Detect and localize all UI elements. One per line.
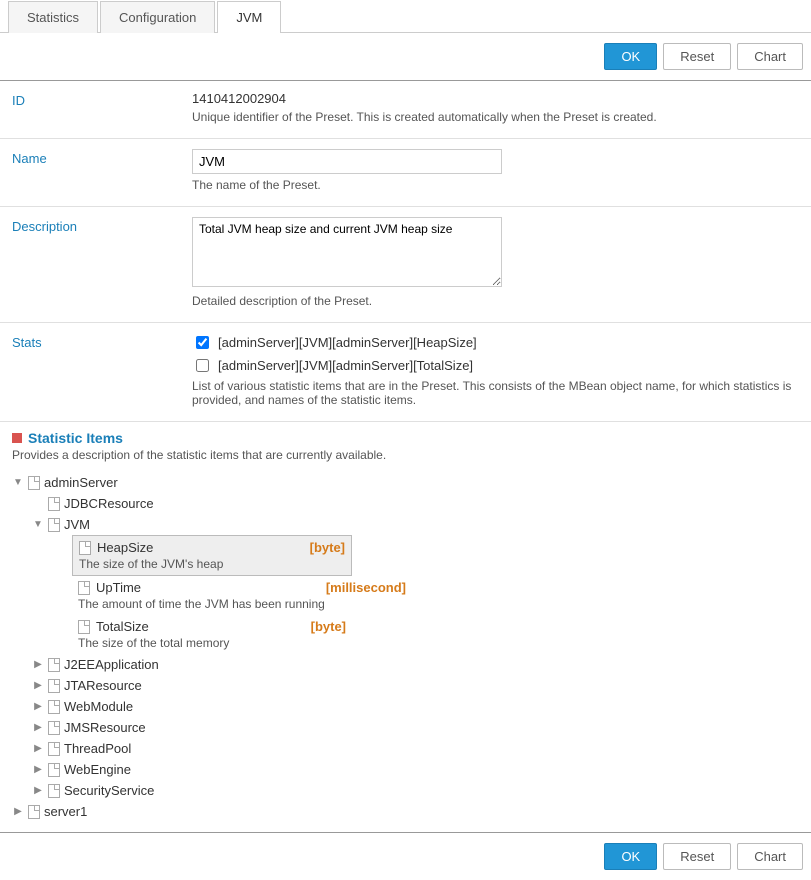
tree-node-webmodule[interactable]: ▶ WebModule (12, 696, 799, 717)
stats-label: Stats (12, 333, 192, 350)
chart-button[interactable]: Chart (737, 843, 803, 870)
document-icon (28, 805, 40, 819)
tree-leaf-totalsize[interactable]: TotalSize [byte] The size of the total m… (72, 615, 352, 654)
expand-toggle-icon[interactable]: ▶ (32, 785, 44, 797)
expand-toggle-icon[interactable]: ▶ (12, 806, 24, 818)
expand-toggle-icon[interactable]: ▶ (32, 743, 44, 755)
section-title-text: Statistic Items (28, 430, 123, 446)
chart-button[interactable]: Chart (737, 43, 803, 70)
expand-toggle-icon[interactable]: ▶ (32, 764, 44, 776)
action-bar-top: OK Reset Chart (0, 33, 811, 81)
document-icon (78, 620, 90, 634)
leaf-desc: The size of the JVM's heap (79, 557, 345, 571)
document-icon (48, 679, 60, 693)
ok-button[interactable]: OK (604, 843, 657, 870)
description-help: Detailed description of the Preset. (192, 294, 799, 308)
statistic-tree: ▼ adminServer JDBCResource ▼ JVM HeapSiz… (0, 472, 811, 833)
tree-label: JVM (64, 517, 90, 532)
tree-label: JMSResource (64, 720, 146, 735)
tree-leaf-heapsize[interactable]: HeapSize [byte] The size of the JVM's he… (72, 535, 352, 576)
section-icon (12, 433, 22, 443)
tree-node-j2eeapplication[interactable]: ▶ J2EEApplication (12, 654, 799, 675)
tree-node-adminserver[interactable]: ▼ adminServer (12, 472, 799, 493)
tree-node-jmsresource[interactable]: ▶ JMSResource (12, 717, 799, 738)
stats-item-totalsize[interactable]: [adminServer][JVM][adminServer][TotalSiz… (192, 356, 799, 375)
stats-text-heapsize: [adminServer][JVM][adminServer][HeapSize… (218, 335, 477, 350)
tree-node-threadpool[interactable]: ▶ ThreadPool (12, 738, 799, 759)
document-icon (48, 721, 60, 735)
expand-toggle-icon[interactable]: ▶ (32, 659, 44, 671)
tab-statistics[interactable]: Statistics (8, 1, 98, 33)
expand-toggle-icon[interactable]: ▼ (32, 519, 44, 531)
stats-checkbox-totalsize[interactable] (196, 359, 209, 372)
tree-label: JDBCResource (64, 496, 154, 511)
name-help: The name of the Preset. (192, 178, 799, 192)
leaf-unit: [byte] (310, 540, 345, 555)
leaf-unit: [byte] (311, 619, 346, 634)
leaf-name: HeapSize (97, 540, 153, 555)
expand-toggle-icon[interactable]: ▼ (12, 477, 24, 489)
tree-node-jtaresource[interactable]: ▶ JTAResource (12, 675, 799, 696)
document-icon (48, 518, 60, 532)
tab-configuration[interactable]: Configuration (100, 1, 215, 33)
tree-node-securityservice[interactable]: ▶ SecurityService (12, 780, 799, 801)
stats-help: List of various statistic items that are… (192, 379, 799, 407)
description-input[interactable] (192, 217, 502, 287)
description-label: Description (12, 217, 192, 234)
expand-toggle-icon[interactable]: ▶ (32, 680, 44, 692)
tree-label: SecurityService (64, 783, 154, 798)
tree-label: server1 (44, 804, 87, 819)
name-label: Name (12, 149, 192, 166)
reset-button[interactable]: Reset (663, 43, 731, 70)
expand-toggle-icon[interactable]: ▶ (32, 722, 44, 734)
tree-node-jdbcresource[interactable]: JDBCResource (12, 493, 799, 514)
tree-label: J2EEApplication (64, 657, 159, 672)
tab-bar: Statistics Configuration JVM (0, 0, 811, 33)
stats-text-totalsize: [adminServer][JVM][adminServer][TotalSiz… (218, 358, 473, 373)
tree-node-server1[interactable]: ▶ server1 (12, 801, 799, 822)
name-input[interactable] (192, 149, 502, 174)
document-icon (48, 658, 60, 672)
id-label: ID (12, 91, 192, 108)
tree-label: WebModule (64, 699, 133, 714)
ok-button[interactable]: OK (604, 43, 657, 70)
id-help: Unique identifier of the Preset. This is… (192, 110, 799, 124)
id-value: 1410412002904 (192, 91, 799, 106)
document-icon (48, 700, 60, 714)
leaf-desc: The amount of time the JVM has been runn… (78, 597, 406, 611)
tab-jvm[interactable]: JVM (217, 1, 281, 33)
tree-node-jvm[interactable]: ▼ JVM (12, 514, 799, 535)
reset-button[interactable]: Reset (663, 843, 731, 870)
tree-label: JTAResource (64, 678, 142, 693)
tree-label: adminServer (44, 475, 118, 490)
leaf-name: UpTime (96, 580, 141, 595)
document-icon (28, 476, 40, 490)
statistic-items-header: Statistic Items (0, 422, 811, 448)
expand-toggle-icon[interactable]: ▶ (32, 701, 44, 713)
leaf-unit: [millisecond] (326, 580, 406, 595)
leaf-desc: The size of the total memory (78, 636, 346, 650)
action-bar-bottom: OK Reset Chart (0, 833, 811, 880)
document-icon (78, 581, 90, 595)
document-icon (48, 497, 60, 511)
tree-label: WebEngine (64, 762, 131, 777)
leaf-name: TotalSize (96, 619, 149, 634)
document-icon (48, 742, 60, 756)
tree-node-webengine[interactable]: ▶ WebEngine (12, 759, 799, 780)
stats-checkbox-heapsize[interactable] (196, 336, 209, 349)
document-icon (48, 763, 60, 777)
document-icon (79, 541, 91, 555)
tree-label: ThreadPool (64, 741, 131, 756)
document-icon (48, 784, 60, 798)
stats-item-heapsize[interactable]: [adminServer][JVM][adminServer][HeapSize… (192, 333, 799, 352)
section-desc: Provides a description of the statistic … (0, 448, 811, 472)
tree-leaf-uptime[interactable]: UpTime [millisecond] The amount of time … (72, 576, 412, 615)
